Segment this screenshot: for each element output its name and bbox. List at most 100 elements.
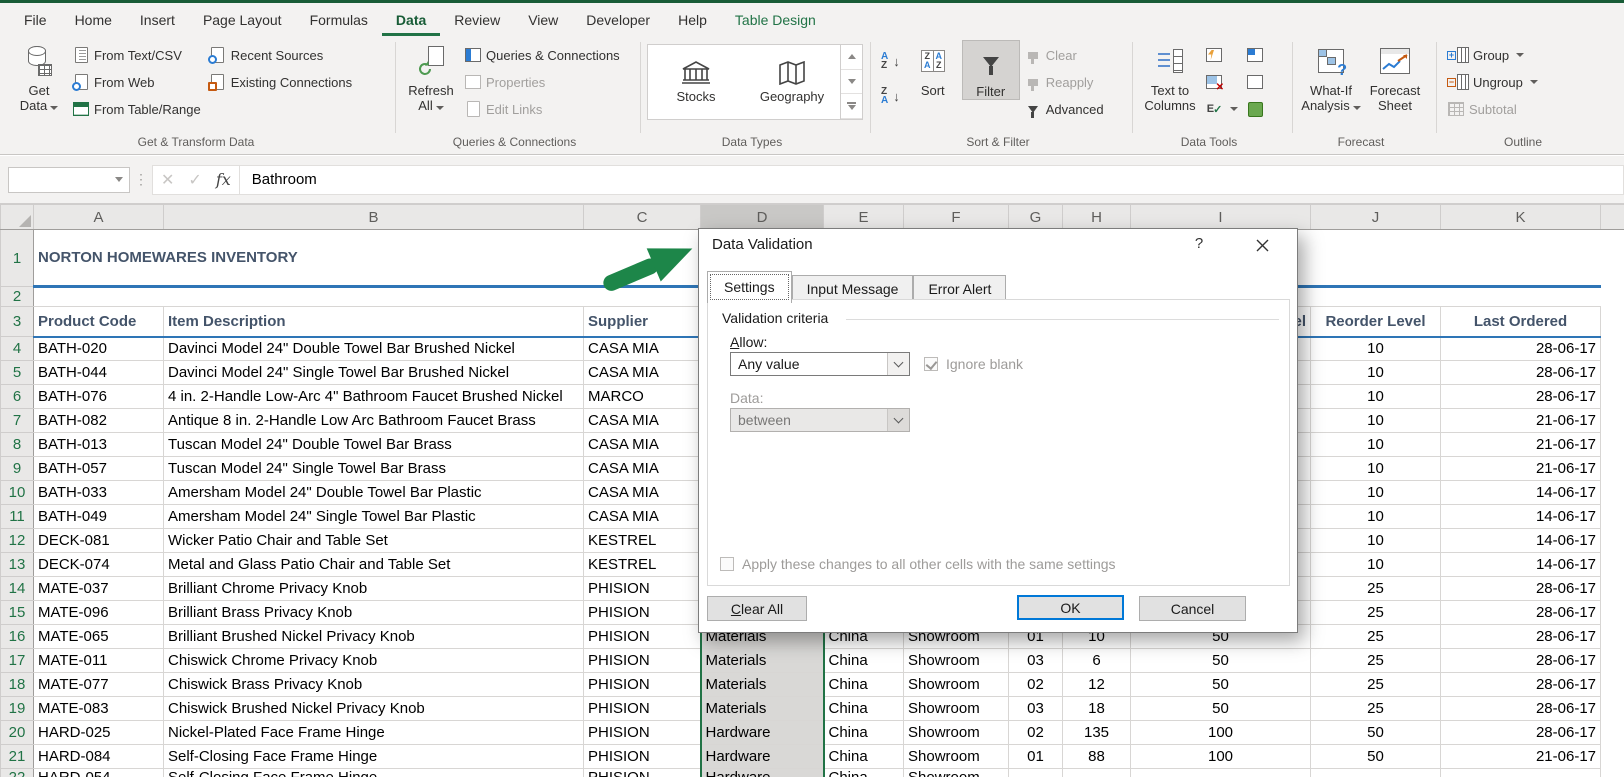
gallery-up-icon[interactable] [841, 45, 862, 70]
cancel-button[interactable]: Cancel [1139, 596, 1246, 621]
cell-x1[interactable] [1600, 229, 1624, 287]
cell-G22[interactable] [1008, 768, 1063, 777]
ribbon-tab-view[interactable]: View [514, 6, 572, 36]
help-icon[interactable]: ? [1189, 235, 1209, 252]
cell-C11[interactable]: CASA MIA [583, 504, 701, 529]
cell-K22[interactable] [1440, 768, 1601, 777]
cell-x16[interactable] [1600, 624, 1624, 649]
cell-F21[interactable]: Showroom [903, 744, 1009, 769]
cell-B4[interactable]: Davinci Model 24" Double Towel Bar Brush… [163, 336, 584, 361]
cell-B19[interactable]: Chiswick Brushed Nickel Privacy Knob [163, 696, 584, 721]
ribbon-tab-home[interactable]: Home [61, 6, 126, 36]
cell-x17[interactable] [1600, 648, 1624, 673]
cell-A7[interactable]: BATH-082 [33, 408, 164, 433]
cell-C19[interactable]: PHISION [583, 696, 701, 721]
row-header-4[interactable]: 4 [0, 336, 34, 361]
cell-F22[interactable]: Showroom [903, 768, 1009, 777]
cell-J16[interactable]: 25 [1310, 624, 1441, 649]
cell-x18[interactable] [1600, 672, 1624, 697]
column-header-F[interactable]: F [903, 204, 1009, 230]
cell-E18[interactable]: China [823, 672, 904, 697]
cell-K16[interactable]: 28-06-17 [1440, 624, 1601, 649]
cell-F18[interactable]: Showroom [903, 672, 1009, 697]
cell-J21[interactable]: 50 [1310, 744, 1441, 769]
cell-I21[interactable]: 100 [1130, 744, 1311, 769]
row-header-1[interactable]: 1 [0, 229, 34, 287]
cell-K13[interactable]: 14-06-17 [1440, 552, 1601, 577]
row-header-8[interactable]: 8 [0, 432, 34, 457]
cell-K15[interactable]: 28-06-17 [1440, 600, 1601, 625]
from-web-button[interactable]: From Web [68, 69, 205, 95]
row-header-15[interactable]: 15 [0, 600, 34, 625]
checkbox-unchecked-icon[interactable] [720, 557, 734, 571]
cell-A3[interactable]: Product Code [33, 306, 164, 338]
cell-x5[interactable] [1600, 360, 1624, 385]
cell-J9[interactable]: 10 [1310, 456, 1441, 481]
queries-connections-button[interactable]: Queries & Connections [460, 42, 624, 68]
cell-I18[interactable]: 50 [1130, 672, 1311, 697]
name-box[interactable] [8, 166, 130, 193]
row-header-2[interactable]: 2 [0, 286, 34, 307]
existing-connections-button[interactable]: Existing Connections [205, 69, 356, 95]
column-header-J[interactable]: J [1310, 204, 1441, 230]
dropdown-arrow-icon[interactable] [887, 353, 909, 375]
cell-B13[interactable]: Metal and Glass Patio Chair and Table Se… [163, 552, 584, 577]
row-header-7[interactable]: 7 [0, 408, 34, 433]
cell-B16[interactable]: Brilliant Brushed Nickel Privacy Knob [163, 624, 584, 649]
cell-B6[interactable]: 4 in. 2-Handle Low-Arc 4" Bathroom Fauce… [163, 384, 584, 409]
allow-dropdown[interactable]: Any value [730, 352, 910, 376]
edit-links-button[interactable]: Edit Links [460, 96, 624, 122]
reapply-filter-button[interactable]: Reapply [1020, 69, 1108, 95]
remove-duplicates-button[interactable] [1201, 69, 1242, 95]
column-header-K[interactable]: K [1440, 204, 1601, 230]
close-icon[interactable] [1251, 236, 1273, 254]
cell-x2[interactable] [1600, 286, 1624, 307]
gallery-more-icon[interactable] [841, 94, 862, 120]
cell-J6[interactable]: 10 [1310, 384, 1441, 409]
cell-B21[interactable]: Self-Closing Face Frame Hinge [163, 744, 584, 769]
cell-J1[interactable] [1310, 229, 1441, 288]
cell-J11[interactable]: 10 [1310, 504, 1441, 529]
relationships-button[interactable] [1242, 69, 1268, 95]
cell-J2[interactable] [1310, 286, 1441, 307]
cell-C15[interactable]: PHISION [583, 600, 701, 625]
from-text-csv-button[interactable]: From Text/CSV [68, 42, 205, 68]
cell-G17[interactable]: 03 [1008, 648, 1063, 673]
cell-C20[interactable]: PHISION [583, 720, 701, 745]
cell-J15[interactable]: 25 [1310, 600, 1441, 625]
cell-D21[interactable]: Hardware [699, 744, 825, 769]
cell-K10[interactable]: 14-06-17 [1440, 480, 1601, 505]
cell-K1[interactable] [1440, 229, 1601, 288]
cell-J7[interactable]: 10 [1310, 408, 1441, 433]
cell-J19[interactable]: 25 [1310, 696, 1441, 721]
ribbon-tab-developer[interactable]: Developer [572, 6, 664, 36]
cell-A17[interactable]: MATE-011 [33, 648, 164, 673]
row-header-16[interactable]: 16 [0, 624, 34, 649]
cell-J12[interactable]: 10 [1310, 528, 1441, 553]
row-header-9[interactable]: 9 [0, 456, 34, 481]
cell-K21[interactable]: 21-06-17 [1440, 744, 1601, 769]
column-header-H[interactable]: H [1062, 204, 1131, 230]
cell-A5[interactable]: BATH-044 [33, 360, 164, 385]
cell-E17[interactable]: China [823, 648, 904, 673]
geography-data-type[interactable]: Geography [744, 45, 840, 119]
cell-C17[interactable]: PHISION [583, 648, 701, 673]
cell-x10[interactable] [1600, 480, 1624, 505]
refresh-all-button[interactable]: Refresh All [402, 40, 460, 113]
what-if-analysis-button[interactable]: ? What-If Analysis [1299, 40, 1363, 113]
cell-B7[interactable]: Antique 8 in. 2-Handle Low Arc Bathroom … [163, 408, 584, 433]
cell-C12[interactable]: KESTREL [583, 528, 701, 553]
advanced-filter-button[interactable]: Advanced [1020, 96, 1108, 122]
text-to-columns-button[interactable]: Text to Columns [1139, 40, 1201, 113]
cell-x14[interactable] [1600, 576, 1624, 601]
cell-E21[interactable]: China [823, 744, 904, 769]
cell-K3[interactable]: Last Ordered [1440, 306, 1601, 338]
data-validation-button[interactable]: E ✓ [1201, 96, 1242, 122]
cell-A13[interactable]: DECK-074 [33, 552, 164, 577]
cell-G18[interactable]: 02 [1008, 672, 1063, 697]
column-header-C[interactable]: C [583, 204, 701, 230]
cell-A15[interactable]: MATE-096 [33, 600, 164, 625]
cell-I20[interactable]: 100 [1130, 720, 1311, 745]
cell-E22[interactable]: China [823, 768, 904, 777]
cell-J8[interactable]: 10 [1310, 432, 1441, 457]
